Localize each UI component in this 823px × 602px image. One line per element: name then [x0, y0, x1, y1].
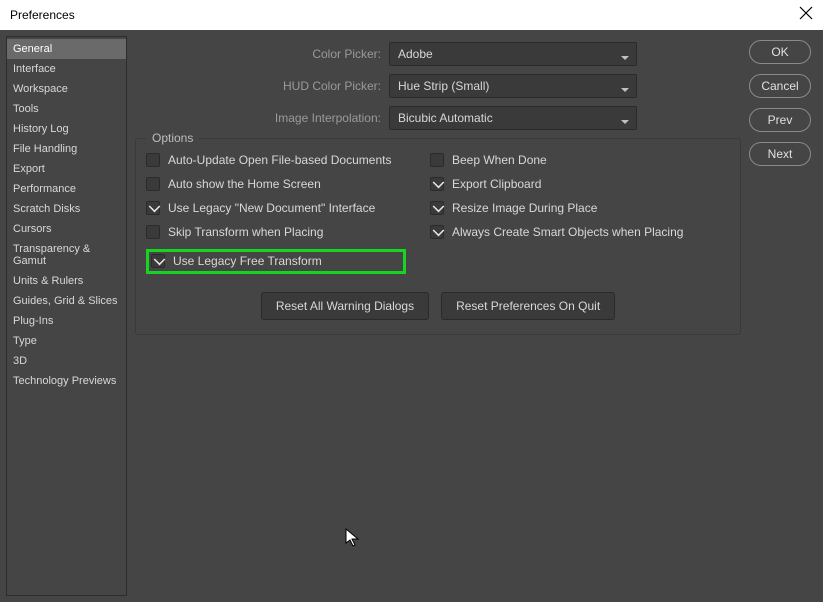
color-picker-value: Adobe [398, 47, 433, 61]
sidebar-item-cursors[interactable]: Cursors [7, 219, 126, 239]
sidebar-item-export[interactable]: Export [7, 159, 126, 179]
checkbox-checked-icon [151, 254, 165, 268]
checkbox-checked-icon [146, 201, 160, 215]
titlebar: Preferences [0, 0, 823, 30]
chevron-down-icon [620, 51, 630, 65]
checkbox-auto-show-the-home-screen[interactable]: Auto show the Home Screen [146, 177, 406, 191]
interpolation-row: Image Interpolation: Bicubic Automatic [127, 106, 749, 130]
reset-warnings-button[interactable]: Reset All Warning Dialogs [261, 292, 429, 320]
checkbox-checked-icon [430, 177, 444, 191]
checkbox-auto-update-open-file-based-documents[interactable]: Auto-Update Open File-based Documents [146, 153, 406, 167]
ok-button[interactable]: OK [749, 40, 811, 64]
options-group: Options Auto-Update Open File-based Docu… [135, 138, 741, 335]
sidebar-item-history-log[interactable]: History Log [7, 119, 126, 139]
interpolation-label: Image Interpolation: [127, 111, 389, 125]
sidebar-item-interface[interactable]: Interface [7, 59, 126, 79]
sidebar-item-scratch-disks[interactable]: Scratch Disks [7, 199, 126, 219]
interpolation-dropdown[interactable]: Bicubic Automatic [389, 106, 637, 130]
cancel-button[interactable]: Cancel [749, 74, 811, 98]
checkbox-label: Auto-Update Open File-based Documents [168, 153, 391, 167]
sidebar-item-tools[interactable]: Tools [7, 99, 126, 119]
options-legend: Options [146, 131, 199, 145]
checkbox-label: Export Clipboard [452, 177, 541, 191]
hud-picker-value: Hue Strip (Small) [398, 79, 489, 93]
checkbox-checked-icon [430, 201, 444, 215]
preferences-window: Preferences GeneralInterfaceWorkspaceToo… [0, 0, 823, 602]
sidebar-item-transparency-gamut[interactable]: Transparency & Gamut [7, 239, 126, 271]
checkbox-empty-icon [146, 177, 160, 191]
window-title: Preferences [10, 8, 75, 22]
close-icon[interactable] [799, 6, 813, 25]
color-picker-dropdown[interactable]: Adobe [389, 42, 637, 66]
sidebar-item-units-rulers[interactable]: Units & Rulers [7, 271, 126, 291]
checkbox-use-legacy-new-document-interface[interactable]: Use Legacy "New Document" Interface [146, 201, 406, 215]
checkbox-label: Beep When Done [452, 153, 547, 167]
sidebar-item-file-handling[interactable]: File Handling [7, 139, 126, 159]
color-picker-row: Color Picker: Adobe [127, 42, 749, 66]
options-button-row: Reset All Warning Dialogs Reset Preferen… [146, 292, 730, 320]
checkbox-skip-transform-when-placing[interactable]: Skip Transform when Placing [146, 225, 406, 239]
sidebar-item-technology-previews[interactable]: Technology Previews [7, 371, 126, 391]
sidebar-item-workspace[interactable]: Workspace [7, 79, 126, 99]
checkbox-label: Auto show the Home Screen [168, 177, 321, 191]
checkbox-checked-icon [430, 225, 444, 239]
checkbox-label: Skip Transform when Placing [168, 225, 323, 239]
checkbox-empty-icon [146, 225, 160, 239]
hud-picker-row: HUD Color Picker: Hue Strip (Small) [127, 74, 749, 98]
checkbox-export-clipboard[interactable]: Export Clipboard [430, 177, 730, 191]
preferences-main: Color Picker: Adobe HUD Color Picker: Hu… [127, 30, 749, 602]
highlighted-option: Use Legacy Free Transform [146, 249, 406, 274]
hud-picker-label: HUD Color Picker: [127, 79, 389, 93]
reset-prefs-button[interactable]: Reset Preferences On Quit [441, 292, 615, 320]
sidebar-item-performance[interactable]: Performance [7, 179, 126, 199]
interpolation-value: Bicubic Automatic [398, 111, 493, 125]
sidebar-item-type[interactable]: Type [7, 331, 126, 351]
hud-picker-dropdown[interactable]: Hue Strip (Small) [389, 74, 637, 98]
checkbox-beep-when-done[interactable]: Beep When Done [430, 153, 730, 167]
prev-button[interactable]: Prev [749, 108, 811, 132]
checkbox-label: Use Legacy Free Transform [173, 254, 322, 268]
sidebar-item-general[interactable]: General [7, 39, 126, 59]
checkbox-empty-icon [430, 153, 444, 167]
sidebar-item-3d[interactable]: 3D [7, 351, 126, 371]
checkbox-use-legacy-free-transform[interactable]: Use Legacy Free Transform [151, 254, 322, 268]
checkbox-resize-image-during-place[interactable]: Resize Image During Place [430, 201, 730, 215]
sidebar-item-plug-ins[interactable]: Plug-Ins [7, 311, 126, 331]
checkbox-always-create-smart-objects-when-placing[interactable]: Always Create Smart Objects when Placing [430, 225, 730, 239]
sidebar-item-guides-grid-slices[interactable]: Guides, Grid & Slices [7, 291, 126, 311]
chevron-down-icon [620, 115, 630, 129]
color-picker-label: Color Picker: [127, 47, 389, 61]
checkbox-label: Resize Image During Place [452, 201, 597, 215]
checkbox-empty-icon [146, 153, 160, 167]
checkbox-label: Always Create Smart Objects when Placing [452, 225, 683, 239]
cursor-icon [345, 528, 361, 553]
dialog-body: GeneralInterfaceWorkspaceToolsHistory Lo… [0, 30, 823, 602]
preferences-sidebar: GeneralInterfaceWorkspaceToolsHistory Lo… [6, 36, 127, 596]
dialog-buttons: OK Cancel Prev Next [749, 30, 823, 602]
next-button[interactable]: Next [749, 142, 811, 166]
chevron-down-icon [620, 83, 630, 97]
checkbox-label: Use Legacy "New Document" Interface [168, 201, 375, 215]
